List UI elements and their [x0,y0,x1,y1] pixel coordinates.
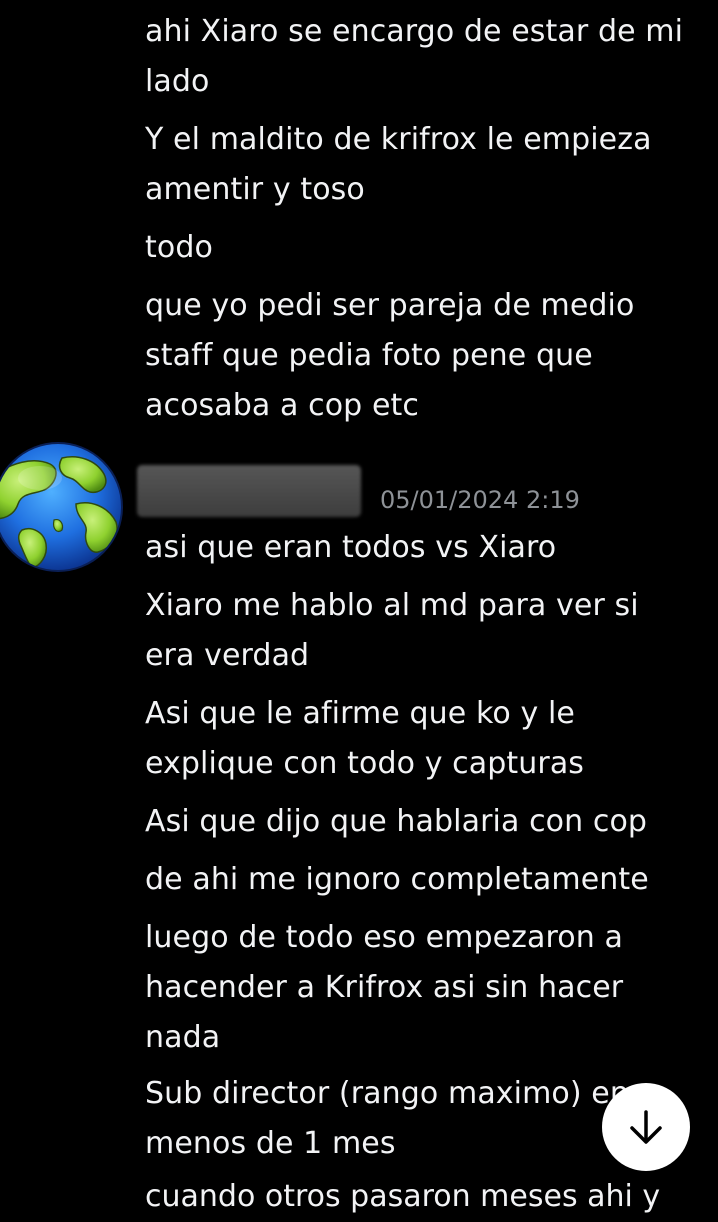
chat-message: luego de todo eso empezaron a hacender a… [145,920,633,1055]
chat-message: todo [145,230,213,265]
scroll-to-bottom-button[interactable] [602,1083,690,1171]
chat-message: Y el maldito de krifrox le empieza ament… [145,122,662,207]
message-timestamp: 05/01/2024 2:19 [380,486,580,514]
chat-message: de ahi me ignoro completamente [145,862,649,897]
user-avatar[interactable] [0,434,124,580]
globe-earth-icon [0,442,123,572]
chat-message: Asi que dijo que hablaria con cop [145,804,648,839]
chat-message: asi que eran todos vs Xiaro [145,530,557,565]
chat-message: ahi Xiaro se encargo de estar de mi lado [145,14,693,99]
chat-message: Xiaro me hablo al md para ver si era ver… [145,588,649,673]
chat-message: que yo pedi ser pareja de medio staff qu… [145,288,645,423]
username-redacted[interactable] [137,465,361,517]
chat-message: Asi que le afirme que ko y le explique c… [145,696,585,781]
chat-message: cuando otros pasaron meses ahi y [145,1179,661,1214]
arrow-down-icon [630,1110,662,1144]
